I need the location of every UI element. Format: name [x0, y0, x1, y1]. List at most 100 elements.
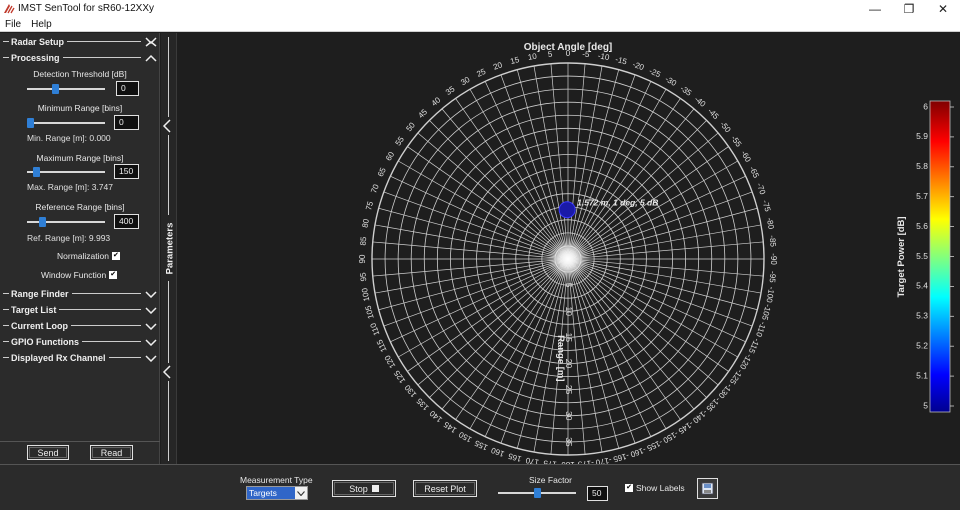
angle-tick-label: -105: [760, 303, 773, 321]
window-function-label: Window Function: [41, 270, 107, 280]
measurement-type-label: Measurement Type: [240, 475, 313, 485]
section-gpio-functions[interactable]: GPIO Functions: [3, 335, 158, 348]
detection-threshold-input[interactable]: 0: [116, 81, 139, 96]
polar-plot[interactable]: Object Angle [deg] 0 -5 -10 -15 -20-25-30-35…: [178, 33, 960, 469]
section-target-list[interactable]: Target List: [3, 303, 158, 316]
parameters-collapse-strip[interactable]: Parameters: [161, 33, 177, 464]
angle-tick-label: -45: [706, 106, 721, 121]
chevron-down-icon[interactable]: [144, 321, 158, 331]
colorbar-tick-label: 5.4: [916, 281, 928, 291]
range-tick-label: 5: [564, 283, 574, 288]
angle-spoke: [567, 241, 764, 260]
angle-spoke: [567, 258, 620, 449]
chevron-up-icon[interactable]: [144, 53, 158, 63]
normalization-toggle[interactable]: Normalization ✔: [57, 251, 120, 261]
minimum-range-slider[interactable]: [27, 118, 105, 128]
angle-tick-label: -30: [663, 74, 678, 88]
maximum-range-slider[interactable]: [27, 167, 105, 177]
angle-tick-label: 105: [363, 304, 375, 320]
colorbar-label: Target Power [dB]: [896, 216, 907, 297]
angle-spoke: [567, 207, 758, 260]
slider-thumb[interactable]: [51, 84, 59, 94]
colorbar-tick-label: 5: [923, 400, 928, 410]
chevron-down-icon[interactable]: [144, 337, 158, 347]
reference-range-input[interactable]: 400: [114, 214, 139, 229]
maximum-range-label: Maximum Range [bins]: [36, 153, 124, 163]
minimize-button[interactable]: —: [858, 0, 892, 17]
chevron-down-icon[interactable]: [144, 289, 158, 299]
angle-spoke: [378, 207, 569, 260]
slider-thumb[interactable]: [32, 167, 40, 177]
show-labels-checkbox[interactable]: ✔: [625, 484, 633, 492]
slider-thumb[interactable]: [533, 488, 541, 498]
reset-plot-button[interactable]: Reset Plot: [413, 480, 477, 497]
window-function-toggle[interactable]: Window Function ✔: [41, 270, 118, 280]
section-radar-setup[interactable]: Radar Setup: [3, 35, 158, 48]
polar-plot-area[interactable]: Object Angle [deg] 0 -5 -10 -15 -20 -25 -30 -35…: [178, 33, 960, 469]
angle-tick-label: -160: [629, 445, 648, 459]
target-marker[interactable]: [558, 201, 576, 219]
center-glow: [546, 237, 590, 281]
colorbar-tick-label: 5.6: [916, 221, 928, 231]
chevron-down-icon[interactable]: [144, 353, 158, 363]
restore-button[interactable]: ❐: [892, 0, 926, 17]
slider-thumb[interactable]: [27, 118, 34, 128]
maximum-range-input[interactable]: 150: [114, 164, 139, 179]
angle-tick-label: 20: [492, 60, 504, 72]
size-factor-input[interactable]: 50: [587, 486, 608, 501]
section-displayed-rx-channel[interactable]: Displayed Rx Channel: [3, 351, 158, 364]
angle-tick-label: 165: [507, 451, 523, 463]
angle-spoke: [567, 258, 764, 277]
normalization-checkbox[interactable]: ✔: [111, 252, 120, 260]
section-range-finder[interactable]: Range Finder: [3, 287, 158, 300]
chevron-down-icon[interactable]: [144, 305, 158, 315]
angle-tick-label: -75: [761, 199, 773, 213]
angle-tick-label: 60: [384, 150, 397, 163]
menu-help[interactable]: Help: [26, 19, 57, 30]
angle-tick-label: -5: [582, 50, 590, 60]
read-button[interactable]: Read: [90, 445, 133, 460]
angle-tick-label: 40: [430, 95, 443, 108]
section-current-loop[interactable]: Current Loop: [3, 319, 158, 332]
measurement-type-select[interactable]: Targets: [246, 486, 308, 500]
parameters-panel: Radar Setup Processing Detection Thresho…: [0, 33, 160, 464]
angle-tick-label: 80: [361, 218, 372, 229]
window-function-checkbox[interactable]: ✔: [109, 271, 118, 279]
angle-tick-label: 75: [364, 200, 375, 211]
angle-tick-label: 135: [414, 396, 430, 412]
size-factor-slider[interactable]: [498, 488, 576, 498]
angle-tick-label: -70: [755, 182, 768, 196]
detection-threshold-slider[interactable]: [27, 84, 105, 94]
angle-tick-label: 100: [360, 287, 371, 302]
section-target-list-label: Target List: [11, 304, 57, 315]
angle-spoke: [550, 63, 569, 260]
show-labels-toggle[interactable]: ✔ Show Labels: [625, 483, 685, 493]
reference-range-slider[interactable]: [27, 217, 105, 227]
chevron-down-icon[interactable]: [295, 490, 307, 496]
minimum-range-input[interactable]: 0: [114, 115, 139, 130]
send-button[interactable]: Send: [27, 445, 69, 460]
angle-tick-label: -165: [612, 451, 630, 464]
menu-file[interactable]: File: [0, 19, 26, 30]
stop-button[interactable]: Stop: [332, 480, 396, 497]
slider-thumb[interactable]: [39, 217, 47, 227]
collapse-icon[interactable]: [144, 36, 158, 47]
angle-tick-label: 110: [368, 321, 381, 337]
colorbar: [929, 100, 951, 413]
section-processing[interactable]: Processing: [3, 51, 158, 64]
angle-tick-label: 145: [442, 419, 459, 434]
reference-range-label: Reference Range [bins]: [35, 202, 125, 212]
angle-tick-label: 65: [376, 166, 388, 178]
ref-range-info: Ref. Range [m]: 9.993: [27, 233, 111, 243]
panel-divider: [0, 441, 160, 442]
close-button[interactable]: ✕: [926, 0, 960, 17]
angle-tick-label: -85: [768, 235, 778, 248]
save-image-button[interactable]: [697, 478, 718, 499]
collapse-left-icon[interactable]: [162, 119, 172, 133]
angle-tick-label: 120: [383, 353, 398, 370]
range-tick-label: 25: [564, 385, 574, 395]
collapse-left-icon[interactable]: [162, 365, 172, 379]
angle-tick-label: 90: [358, 254, 367, 263]
angle-spoke: [567, 258, 586, 455]
size-factor-label: Size Factor: [529, 475, 572, 485]
